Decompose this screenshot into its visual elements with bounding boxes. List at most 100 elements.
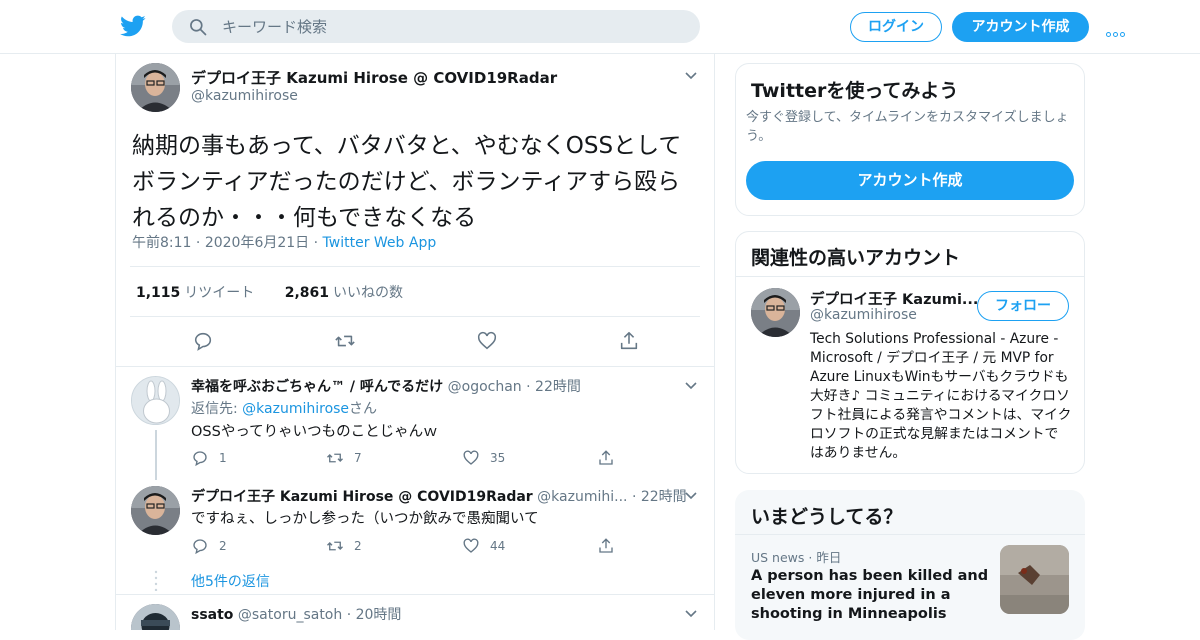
reply-author-handle[interactable]: @satoru_satoh [238, 607, 342, 623]
tweet-actions [192, 330, 652, 354]
reply-avatar[interactable] [131, 376, 180, 425]
trend-time: 昨日 [816, 550, 842, 565]
signup-promo-title: Twitterを使ってみよう [751, 80, 959, 102]
tweet-source-link[interactable]: Twitter Web App [323, 235, 437, 251]
reply-author-name[interactable]: デプロイ王子 Kazumi Hirose @ COVID19Radar [191, 489, 533, 505]
reply-tweet[interactable]: ssato @satoru_satoh · 20時間 [116, 604, 714, 630]
reply-avatar[interactable] [131, 604, 180, 630]
reply-icon [193, 451, 207, 467]
related-account-handle[interactable]: @kazumihirose [810, 307, 917, 323]
retweet-count: 2 [354, 539, 362, 553]
reply-tweet[interactable]: 幸福を呼ぶおごちゃん™ / 呼んでるだけ @ogochan · 22時間 返信先… [116, 376, 714, 488]
share-icon [599, 538, 613, 553]
reply-icon[interactable] [192, 330, 214, 352]
reply-actions: 1 7 35 [191, 448, 631, 468]
reply-header: ssato @satoru_satoh · 20時間 [191, 604, 401, 624]
share-icon [599, 450, 613, 465]
reply-author-handle[interactable]: @ogochan [448, 379, 522, 395]
divider [130, 266, 700, 267]
search-input[interactable] [222, 10, 682, 43]
trend-thumbnail [1000, 545, 1069, 614]
trend-meta: US news · 昨日 [751, 547, 841, 566]
trend-category: US news [751, 550, 805, 565]
reply-author-handle[interactable]: @kazumihi... [537, 489, 627, 505]
tweet-author-name[interactable]: デプロイ王子 Kazumi Hirose @ COVID19Radar [191, 67, 557, 88]
meta-separator: · [313, 235, 323, 251]
signup-promo-description: 今すぐ登録して、タイムラインをカスタマイズしましょう。 [746, 110, 1069, 144]
tweet-column: デプロイ王子 Kazumi Hirose @ COVID19Radar @kaz… [115, 54, 715, 630]
tweet-author-handle[interactable]: @kazumihirose [191, 88, 298, 104]
share-icon[interactable] [618, 330, 640, 352]
reply-time[interactable]: 20時間 [356, 607, 402, 623]
trend-headline: A person has been killed and eleven more… [751, 568, 989, 622]
more-options-icon[interactable] [1106, 22, 1130, 37]
like-count: 2,861 [284, 285, 330, 301]
like-label: いいねの数 [333, 285, 404, 301]
retweet-stat[interactable]: 1,115 リツイート [136, 285, 254, 301]
login-button[interactable]: ログイン [850, 12, 942, 42]
related-accounts-title: 関連性の高いアカウント [751, 247, 961, 269]
author-avatar[interactable] [131, 63, 180, 112]
follow-button[interactable]: フォロー [977, 291, 1069, 321]
replying-to-prefix: 返信先: [191, 401, 243, 417]
replying-to: 返信先: @kazumihiroseさん [191, 398, 377, 418]
reply-time[interactable]: 22時間 [641, 489, 687, 505]
reply-actions: 2 2 44 [191, 536, 631, 556]
trends-card: いまどうしてる？ US news · 昨日 A person has been … [735, 490, 1085, 640]
retweet-count: 1,115 [136, 285, 181, 301]
like-icon [463, 450, 479, 465]
signup-promo-button[interactable]: アカウント作成 [746, 161, 1074, 200]
trends-title: いまどうしてる？ [751, 506, 903, 528]
more-replies-link[interactable]: 他5件の返信 [191, 571, 270, 591]
twitter-logo-icon[interactable] [120, 13, 146, 39]
tweet-date[interactable]: 2020年6月21日 [205, 235, 309, 251]
reply-tweet[interactable]: デプロイ王子 Kazumi Hirose @ COVID19Radar @kaz… [116, 486, 714, 596]
search-icon [190, 19, 207, 36]
related-account-avatar[interactable] [751, 288, 800, 337]
trend-item[interactable]: US news · 昨日 A person has been killed an… [735, 535, 1085, 640]
reply-author-name[interactable]: ssato [191, 607, 233, 623]
meta-separator: · [804, 550, 817, 565]
search-box [172, 10, 700, 43]
top-bar: ログイン アカウント作成 [0, 0, 1200, 54]
reply-text: OSSやってりゃいつものことじゃんｗ [191, 424, 438, 440]
like-count: 44 [490, 539, 506, 553]
divider [116, 366, 714, 367]
tweet-metadata: 午前8:11 · 2020年6月21日 · Twitter Web App [132, 232, 436, 252]
like-icon [463, 538, 479, 553]
meta-separator: · [195, 235, 205, 251]
related-account-name[interactable]: デプロイ王子 Kazumi... [810, 288, 978, 309]
tweet-text: 納期の事もあって、バタバタと、やむなくOSSとしてボランティアだったのだけど、ボ… [132, 133, 682, 231]
reply-header: 幸福を呼ぶおごちゃん™ / 呼んでるだけ @ogochan · 22時間 [191, 376, 581, 396]
related-account-bio: Tech Solutions Professional - Azure - Mi… [810, 331, 1072, 461]
chevron-down-icon[interactable] [685, 382, 697, 390]
reply-avatar[interactable] [131, 486, 180, 535]
like-icon[interactable] [476, 330, 498, 352]
retweet-icon[interactable] [334, 330, 356, 352]
chevron-down-icon[interactable] [685, 610, 697, 618]
retweet-count: 7 [354, 451, 362, 465]
reply-time[interactable]: 22時間 [535, 379, 581, 395]
reply-count: 1 [219, 451, 227, 465]
reply-count: 2 [219, 539, 227, 553]
like-stat[interactable]: 2,861 いいねの数 [285, 285, 403, 301]
divider [130, 316, 700, 317]
tweet-time[interactable]: 午前8:11 [132, 235, 191, 251]
reply-text: ですねぇ、しっかし参った（いつか飲みで愚痴聞いて [191, 511, 539, 527]
like-count: 35 [490, 451, 506, 465]
divider [736, 276, 1084, 277]
replying-to-link[interactable]: @kazumihirose [242, 401, 349, 417]
chevron-down-icon[interactable] [685, 492, 697, 500]
tweet-stats: 1,115 リツイート 2,861 いいねの数 [136, 282, 403, 302]
divider [116, 594, 714, 595]
meta-separator: · [346, 607, 356, 623]
meta-separator: · [526, 379, 536, 395]
chevron-down-icon[interactable] [685, 72, 697, 80]
retweet-label: リツイート [184, 285, 255, 301]
signup-button[interactable]: アカウント作成 [952, 12, 1089, 42]
meta-separator: · [631, 489, 641, 505]
signup-promo-card: Twitterを使ってみよう 今すぐ登録して、タイムラインをカスタマイズしましょ… [735, 63, 1085, 216]
retweet-icon [327, 541, 343, 551]
related-accounts-card: 関連性の高いアカウント デプロイ王子 Kazumi... @kazumihiro… [735, 231, 1085, 474]
reply-author-name[interactable]: 幸福を呼ぶおごちゃん™ / 呼んでるだけ [191, 379, 443, 395]
